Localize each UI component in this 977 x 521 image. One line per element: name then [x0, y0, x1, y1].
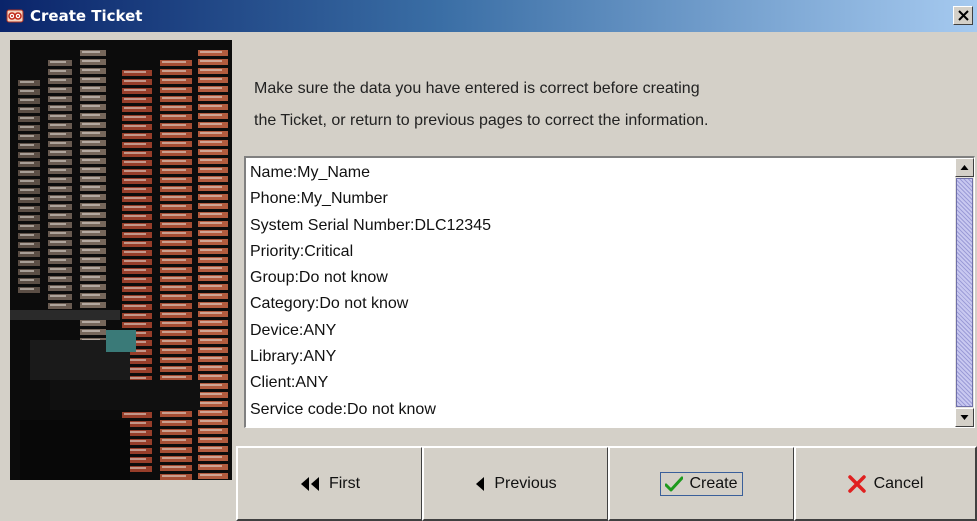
triangle-up-icon	[960, 165, 969, 170]
close-button[interactable]	[953, 6, 973, 25]
red-x-icon	[847, 474, 866, 493]
create-button-label: Create	[689, 474, 738, 492]
left-arrow-icon	[476, 476, 485, 491]
instructions-line-2: the Ticket, or return to previous pages …	[254, 112, 709, 129]
instructions-text: Make sure the data you have entered is c…	[254, 73, 954, 137]
window-title: Create Ticket	[30, 7, 143, 25]
summary-line-library: Library:ANY	[250, 348, 337, 366]
create-button[interactable]: Create	[608, 446, 795, 521]
summary-line-service-code: Service code:Do not know	[250, 400, 436, 418]
create-ticket-window: Create Ticket Make sure the data you hav…	[0, 0, 977, 521]
first-button[interactable]: First	[236, 446, 423, 521]
vertical-scrollbar[interactable]	[955, 158, 974, 427]
triangle-down-icon	[960, 415, 969, 420]
double-left-arrow-icon	[300, 476, 319, 491]
summary-line-device: Device:ANY	[250, 321, 337, 339]
scroll-down-button[interactable]	[955, 408, 974, 427]
first-button-label: First	[328, 474, 361, 492]
scroll-thumb[interactable]	[956, 178, 973, 407]
summary-line-group: Group:Do not know	[250, 269, 388, 287]
instructions-line-1: Make sure the data you have entered is c…	[254, 80, 700, 97]
summary-line-client: Client:ANY	[250, 374, 329, 392]
checkmark-icon	[665, 476, 684, 491]
summary-line-priority: Priority:Critical	[250, 242, 354, 260]
summary-lines: Name:My_Name Phone:My_Number System Seri…	[250, 160, 491, 423]
summary-line-serial: System Serial Number:DLC12345	[250, 216, 491, 234]
cancel-button-label: Cancel	[873, 474, 924, 492]
summary-line-phone: Phone:My_Number	[250, 190, 388, 208]
previous-button[interactable]: Previous	[422, 446, 609, 521]
scroll-up-button[interactable]	[955, 158, 974, 177]
tape-library-image	[10, 40, 232, 480]
close-icon	[958, 10, 969, 21]
previous-button-label: Previous	[494, 474, 557, 492]
summary-line-category: Category:Do not know	[250, 295, 409, 313]
cancel-button[interactable]: Cancel	[794, 446, 977, 521]
summary-line-name: Name:My_Name	[250, 164, 371, 181]
ticket-summary-textarea[interactable]: Name:My_Name Phone:My_Number System Seri…	[244, 156, 975, 428]
app-tape-icon	[6, 7, 24, 25]
create-focus-ring: Create	[660, 471, 743, 496]
title-bar[interactable]: Create Ticket	[0, 0, 977, 32]
button-bar: First Previous Create Cancel	[236, 446, 977, 521]
